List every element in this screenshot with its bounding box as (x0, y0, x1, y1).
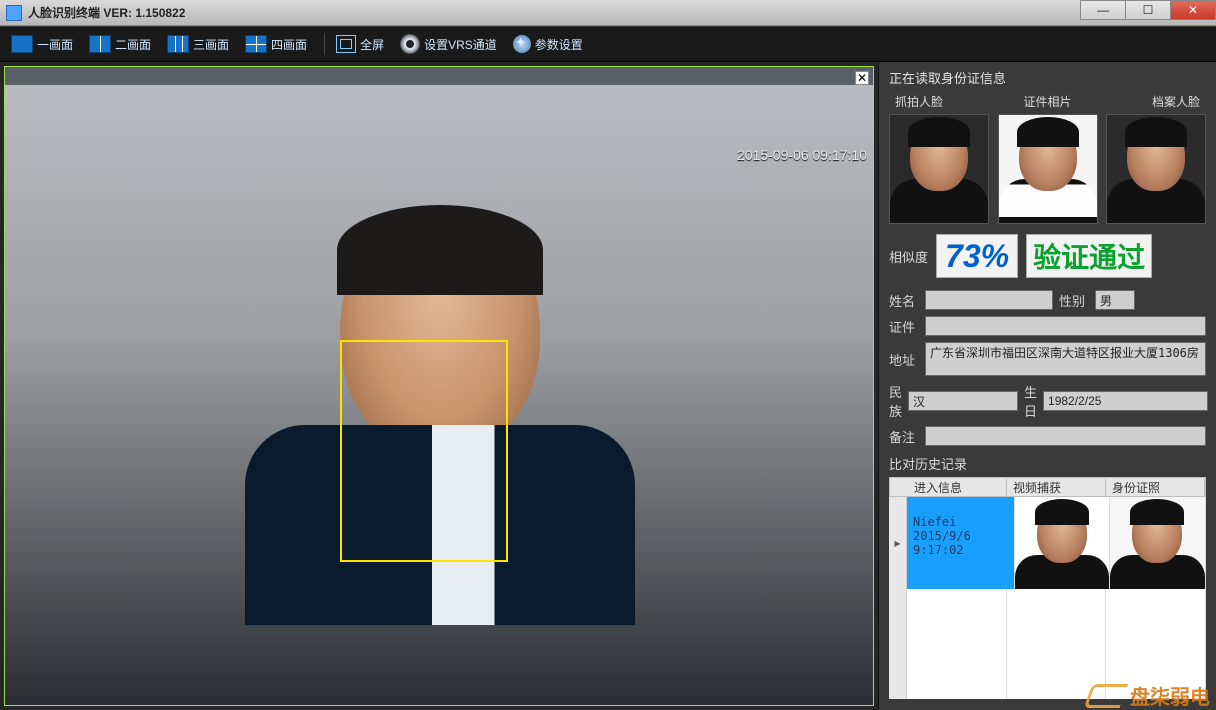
history-video-cell (1015, 497, 1111, 589)
thumb-header-archive: 档案人脸 (1152, 93, 1200, 110)
app-icon (6, 5, 22, 21)
thumb-idphoto[interactable] (998, 114, 1098, 224)
reading-status: 正在读取身份证信息 (889, 68, 1206, 87)
view-1-label: 一画面 (37, 36, 73, 53)
history-col-entry: 进入信息 (908, 479, 1007, 496)
birth-label: 生日 (1024, 382, 1037, 420)
view-1-button[interactable]: 一画面 (8, 32, 82, 56)
history-table: 进入信息 视频捕获 身份证照 ▸ Niefei 2015/9/6 9:17:02 (889, 477, 1206, 699)
camera-icon (400, 34, 420, 54)
window-titlebar: 人脸识别终端 VER: 1.150822 — ☐ ✕ (0, 0, 1216, 26)
settings-label: 参数设置 (535, 36, 583, 53)
similarity-value: 73% (936, 234, 1018, 278)
fullscreen-label: 全屏 (360, 36, 384, 53)
video-panel[interactable]: ✕ 2015-09-06 09:17:10 (4, 66, 874, 706)
view-3-label: 三画面 (193, 36, 229, 53)
history-header: 进入信息 视频捕获 身份证照 (889, 477, 1206, 497)
window-controls: — ☐ ✕ (1081, 0, 1216, 20)
birth-field[interactable] (1043, 391, 1208, 411)
gender-label: 性别 (1059, 291, 1089, 310)
video-close-button[interactable]: ✕ (855, 71, 869, 85)
grid-3-icon (167, 35, 189, 53)
history-col-video: 视频捕获 (1007, 479, 1106, 496)
addr-label: 地址 (889, 350, 919, 369)
history-row[interactable]: ▸ Niefei 2015/9/6 9:17:02 (889, 497, 1206, 589)
info-panel: 正在读取身份证信息 抓拍人脸 证件相片 档案人脸 相似度 73% 验证通过 姓名… (878, 62, 1216, 710)
view-3-button[interactable]: 三画面 (164, 32, 238, 56)
toolbar-separator (324, 33, 325, 55)
gender-field[interactable] (1095, 290, 1135, 310)
history-row-marker: ▸ (889, 497, 907, 589)
face-detect-box (340, 340, 508, 562)
video-timestamp: 2015-09-06 09:17:10 (737, 147, 867, 163)
maximize-button[interactable]: ☐ (1125, 0, 1171, 20)
remark-field[interactable] (925, 426, 1206, 446)
grid-1-icon (11, 35, 33, 53)
thumbnail-row (889, 114, 1206, 224)
grid-4-icon (245, 35, 267, 53)
fullscreen-icon (336, 35, 356, 53)
vrs-label: 设置VRS通道 (424, 36, 497, 53)
history-title: 比对历史记录 (889, 454, 1206, 473)
thumb-capture[interactable] (889, 114, 989, 224)
thumb-header-idphoto: 证件相片 (1023, 93, 1071, 110)
id-field[interactable] (925, 316, 1206, 336)
ethnic-label: 民族 (889, 382, 902, 420)
thumb-headers: 抓拍人脸 证件相片 档案人脸 (889, 93, 1206, 110)
vrs-button[interactable]: 设置VRS通道 (397, 31, 506, 57)
history-col-idp: 身份证照 (1106, 479, 1205, 496)
name-field[interactable] (925, 290, 1053, 310)
similarity-label: 相似度 (889, 247, 928, 266)
window-title: 人脸识别终端 VER: 1.150822 (28, 4, 185, 21)
fullscreen-button[interactable]: 全屏 (333, 32, 393, 56)
grid-2-icon (89, 35, 111, 53)
history-entry-cell: Niefei 2015/9/6 9:17:02 (907, 497, 1015, 589)
ethnic-field[interactable] (908, 391, 1018, 411)
close-button[interactable]: ✕ (1170, 0, 1216, 20)
thumb-header-capture: 抓拍人脸 (895, 93, 943, 110)
result-row: 相似度 73% 验证通过 (889, 234, 1206, 278)
view-4-label: 四画面 (271, 36, 307, 53)
view-2-label: 二画面 (115, 36, 151, 53)
minimize-button[interactable]: — (1080, 0, 1126, 20)
history-idphoto-cell (1110, 497, 1206, 589)
gear-icon (513, 35, 531, 53)
main-toolbar: 一画面 二画面 三画面 四画面 全屏 设置VRS通道 参数设置 (0, 26, 1216, 62)
settings-button[interactable]: 参数设置 (510, 32, 592, 56)
history-row-empty (889, 589, 1206, 699)
thumb-archive[interactable] (1106, 114, 1206, 224)
id-form: 姓名 性别 证件 地址 民族 生日 备注 (889, 290, 1206, 446)
remark-label: 备注 (889, 427, 919, 446)
name-label: 姓名 (889, 291, 919, 310)
addr-field[interactable] (925, 342, 1206, 376)
id-label: 证件 (889, 317, 919, 336)
verify-status: 验证通过 (1026, 234, 1152, 278)
workspace: ✕ 2015-09-06 09:17:10 正在读取身份证信息 抓拍人脸 证件相… (0, 62, 1216, 710)
view-2-button[interactable]: 二画面 (86, 32, 160, 56)
view-4-button[interactable]: 四画面 (242, 32, 316, 56)
video-feed: 2015-09-06 09:17:10 (5, 85, 873, 705)
